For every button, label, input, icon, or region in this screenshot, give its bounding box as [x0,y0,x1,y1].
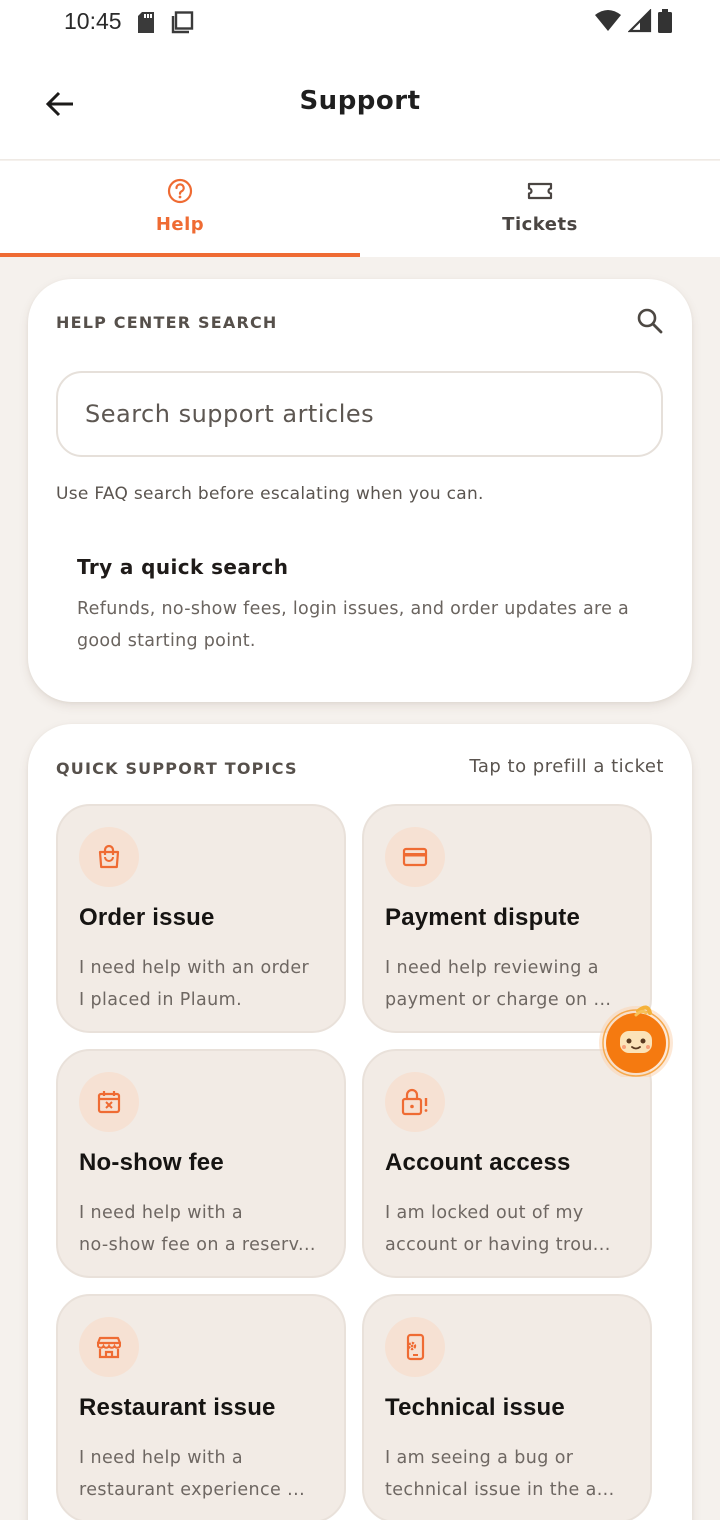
assistant-bot-button[interactable] [598,1005,674,1081]
topic-description: I need help with an order I placed in Pl… [79,952,329,1016]
topic-description-line: I need help reviewing a [385,958,599,978]
search-input[interactable] [58,373,661,455]
robot-mascot-icon [599,1005,673,1077]
sd-card-icon [136,11,156,38]
topic-tile-restaurant-issue[interactable]: Restaurant issue I need help with a rest… [56,1294,346,1520]
topic-description-line: account or having trou... [385,1235,611,1255]
topic-title: Technical issue [385,1394,565,1421]
topic-tile-technical-issue[interactable]: Technical issue I am seeing a bug or tec… [362,1294,652,1520]
topic-description-line: I am locked out of my [385,1203,584,1223]
battery-icon [658,9,672,37]
topic-description-line: restaurant experience ... [79,1480,306,1500]
quick-support-topics-card: QUICK SUPPORT TOPICS Tap to prefill a ti… [28,724,692,1520]
topic-title: Payment dispute [385,904,581,931]
signal-icon [627,8,652,37]
topic-description: I need help with a restaurant experience… [79,1442,329,1506]
prefill-ticket-hint: Tap to prefill a ticket [469,756,664,777]
tab-tickets-label: Tickets [502,214,578,235]
app-bar: Support [0,48,720,160]
credit-card-icon [385,827,445,887]
topic-description: I am seeing a bug or technical issue in … [385,1442,635,1506]
topic-description-line: I need help with a [79,1448,244,1468]
status-time: 10:45 [64,8,122,34]
topic-title: Order issue [79,904,215,931]
topic-tile-no-show-fee[interactable]: No-show fee I need help with a no-show f… [56,1049,346,1278]
topic-tile-order-issue[interactable]: Order issue I need help with an order I … [56,804,346,1033]
ticket-icon [527,178,553,208]
search-hint: Use FAQ search before escalating when yo… [56,484,484,504]
topic-description-line: I am seeing a bug or [385,1448,574,1468]
search-field [56,371,663,457]
section-label-topics: QUICK SUPPORT TOPICS [56,759,298,778]
tab-bar: Help Tickets [0,161,720,257]
tab-help-label: Help [155,214,205,235]
topic-description-line: I placed in Plaum. [79,990,243,1010]
quick-search-title: Try a quick search [77,555,289,579]
help-circle-icon [167,178,193,208]
topic-tile-account-access[interactable]: Account access I am locked out of my acc… [362,1049,652,1278]
topic-description-line: technical issue in the a... [385,1480,615,1500]
screenshot-icon [171,11,194,38]
tab-tickets[interactable]: Tickets [360,161,720,257]
storefront-icon [79,1317,139,1377]
calendar-x-icon [79,1072,139,1132]
tab-help[interactable]: Help [0,161,360,257]
tab-indicator [0,253,360,257]
phone-settings-icon [385,1317,445,1377]
topic-title: Restaurant issue [79,1394,276,1421]
page-title: Support [299,86,421,116]
topic-description-line: I need help with a [79,1203,244,1223]
status-bar: 10:45 [0,0,720,48]
topic-title: Account access [385,1149,571,1176]
section-label-search: HELP CENTER SEARCH [56,313,278,332]
search-icon [637,308,663,334]
quick-search-description: Refunds, no-show fees, login issues, and… [77,599,630,651]
lock-alert-icon [385,1072,445,1132]
help-center-search-card: HELP CENTER SEARCH Use FAQ search before… [28,279,692,702]
topic-description-line: I need help with an order [79,958,310,978]
wifi-icon [594,9,622,37]
topic-description-line: no-show fee on a reserv... [79,1235,316,1255]
topic-title: No-show fee [79,1149,224,1176]
topic-description: I am locked out of my account or having … [385,1197,635,1261]
search-button[interactable] [636,307,664,339]
shopping-bag-icon [79,827,139,887]
topic-description: I need help with a no-show fee on a rese… [79,1197,329,1261]
